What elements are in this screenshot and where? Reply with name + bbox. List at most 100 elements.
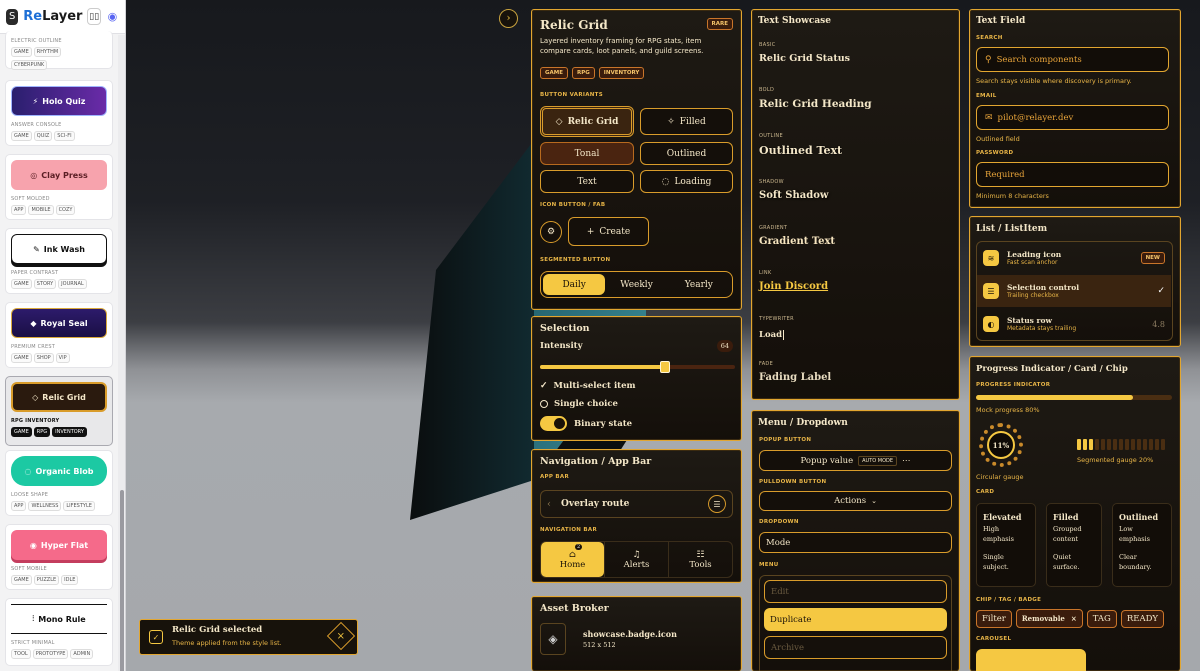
close-icon: × [336, 630, 346, 642]
list-item-title: Leading icon [1007, 250, 1062, 259]
toggle-icon: ◐ [983, 316, 999, 332]
tonal-button[interactable]: Tonal [540, 142, 634, 165]
close-icon[interactable]: × [1071, 614, 1077, 623]
settings-icon-button[interactable]: ⚙ [540, 221, 562, 243]
list-item-selection-control[interactable]: ☰ Selection control Trailing checkbox ✓ [977, 275, 1171, 307]
text-sample: Relic Grid Heading [759, 98, 872, 110]
hyper-flat-button: ◉ Hyper Flat [11, 530, 107, 560]
new-badge: NEW [1140, 252, 1165, 264]
gauge-segment [1125, 439, 1129, 450]
card-outlined[interactable]: Outlined Low emphasis Clear boundary. [1112, 503, 1172, 587]
nav-item-alerts[interactable]: ♫ Alerts [604, 542, 668, 577]
text-button[interactable]: Text [540, 170, 634, 193]
style-card-holo-quiz[interactable]: ⚡ Holo Quiz ANSWER CONSOLE GAME QUIZ SCI-FI [5, 80, 113, 146]
equalizer-icon: ⫶ [32, 614, 35, 623]
gear-icon: ⚙ [546, 227, 556, 237]
style-list[interactable]: ELECTRIC OUTLINE GAME RHYTHM CYBERPUNK ⚡ H… [0, 31, 118, 671]
discord-link[interactable]: Join Discord [759, 281, 828, 292]
collapse-panels-button[interactable]: › [499, 9, 518, 28]
menu-item-archive[interactable]: Archive [764, 636, 947, 659]
tag: STORY [33, 279, 57, 289]
card-foot: Single subject. [983, 553, 1009, 571]
notification-badge: 2 [575, 544, 583, 550]
gauge-segment [1107, 439, 1111, 450]
intensity-slider[interactable] [540, 361, 735, 373]
filter-chip[interactable]: Filter [976, 609, 1012, 628]
card-filled[interactable]: Filled Grouped content Quiet surface. [1046, 503, 1102, 587]
tag: JOURNAL [58, 279, 87, 289]
style-card-electric-outline[interactable]: ELECTRIC OUTLINE GAME RHYTHM CYBERPUNK [5, 31, 113, 70]
organic-blob-button: ◌ Organic Blob [11, 456, 107, 486]
gauge-segment [1155, 439, 1159, 450]
segment-daily[interactable]: Daily [543, 274, 606, 295]
panel-title: Text Showcase [758, 16, 831, 26]
menu-icon[interactable]: ☰ [708, 495, 726, 513]
toast-close-button[interactable]: × [326, 621, 356, 651]
tag: PROTOTYPE [32, 649, 69, 659]
segment-weekly[interactable]: Weekly [605, 274, 667, 295]
loading-button[interactable]: ◌ Loading [640, 170, 733, 193]
segmented-button: Daily Weekly Yearly [540, 271, 733, 298]
checkbox-checked-icon[interactable]: ✓ [1157, 286, 1165, 296]
menu-item-edit[interactable]: Edit [764, 580, 947, 603]
email-field[interactable]: ✉ pilot@relayer.dev [976, 105, 1169, 130]
tag: WELLNESS [28, 501, 62, 511]
text-field-panel: Text Field SEARCH ⚲ Search components Sea… [969, 9, 1181, 208]
tag: GAME [11, 353, 32, 363]
binary-state-toggle[interactable]: Binary state [540, 416, 632, 431]
book-icon[interactable]: ▯▯ [87, 8, 101, 25]
style-card-mono-rule[interactable]: ⫶ Mono Rule STRICT MINIMAL TOOL PROTOTYPE A… [5, 598, 113, 666]
sidebar-scrollbar[interactable] [118, 35, 125, 671]
style-card-relic-grid[interactable]: ◇ Relic Grid RPG INVENTORY GAME RPG INVENTO… [5, 376, 113, 446]
style-card-organic-blob[interactable]: ◌ Organic Blob LOOSE SHAPE APP WELLNESS LIF… [5, 450, 113, 516]
menu-item-duplicate[interactable]: Duplicate [764, 608, 947, 631]
button-label: Outlined [666, 148, 707, 159]
multi-select-checkbox[interactable]: ✓ Multi-select item [540, 381, 636, 391]
removable-chip[interactable]: Removable × [1015, 609, 1083, 628]
nav-item-tools[interactable]: ☷ Tools [668, 542, 732, 577]
card-meta: ANSWER CONSOLE [11, 122, 62, 128]
nav-item-home[interactable]: ⌂ Home 2 [541, 542, 604, 577]
email-hint: Outlined field [976, 135, 1020, 143]
toggle-switch[interactable] [540, 416, 567, 431]
relic-grid-panel: Relic Grid RARE Layered inventory framin… [531, 9, 742, 310]
create-fab[interactable]: + Create [568, 217, 649, 246]
relic-grid-primary-button[interactable]: ◇ Relic Grid [540, 106, 634, 137]
style-card-hyper-flat[interactable]: ◉ Hyper Flat SOFT MOBILE GAME PUZZLE IDLE [5, 524, 113, 590]
segment-yearly[interactable]: Yearly [668, 274, 730, 295]
nav-label: Tools [689, 559, 712, 570]
chevron-down-icon: ⌄ [871, 497, 877, 505]
card-title: Filled [1053, 512, 1079, 522]
panel-title: Relic Grid [540, 18, 608, 32]
card-foot: Clear boundary. [1119, 553, 1152, 571]
style-card-ink-wash[interactable]: ✎ Ink Wash PAPER CONTRAST GAME STORY JOURNA… [5, 228, 113, 294]
asset-broker-panel: Asset Broker ◈ showcase.badge.icon 512 x… [531, 596, 742, 671]
filled-button[interactable]: ✧ Filled [640, 108, 733, 135]
section-label: PULLDOWN BUTTON [759, 479, 827, 485]
chevron-left-icon[interactable]: ‹ [547, 499, 551, 510]
style-card-royal-seal[interactable]: ◆ Royal Seal PREMIUM CREST GAME SHOP VIP [5, 302, 113, 368]
tag: GAME [11, 47, 32, 57]
scrollbar-thumb[interactable] [120, 490, 124, 671]
discord-icon[interactable]: ◉ [105, 8, 119, 25]
list-item-leading-icon[interactable]: ≋ Leading icon Fast scan anchor NEW [977, 242, 1171, 274]
password-field[interactable]: Required [976, 162, 1169, 187]
single-choice-radio[interactable]: Single choice [540, 399, 618, 409]
carousel-slide[interactable] [976, 649, 1086, 671]
outlined-button[interactable]: Outlined [640, 142, 733, 165]
style-card-clay-press[interactable]: ◎ Clay Press SOFT MOLDED APP MOBILE COZY [5, 154, 113, 220]
tag: QUIZ [33, 131, 53, 141]
text-sample: Outlined Text [759, 144, 843, 157]
search-field[interactable]: ⚲ Search components [976, 47, 1169, 72]
slider-thumb[interactable] [659, 361, 670, 373]
card-elevated[interactable]: Elevated High emphasis Single subject. [976, 503, 1036, 587]
pulldown-button[interactable]: Actions ⌄ [759, 491, 952, 511]
list-item-status-row[interactable]: ◐ Status row Metadata stays trailing 4.8 [977, 308, 1171, 340]
dropdown-select[interactable]: Mode [759, 532, 952, 553]
card-meta: ELECTRIC OUTLINE [11, 38, 62, 44]
popup-button[interactable]: Popup value AUTO MODE ⋯ [759, 450, 952, 471]
tag: GAME [11, 279, 32, 289]
tag: COZY [55, 205, 76, 215]
gauge-segment [1083, 439, 1087, 450]
toast-subtitle: Theme applied from the style list. [172, 639, 282, 647]
